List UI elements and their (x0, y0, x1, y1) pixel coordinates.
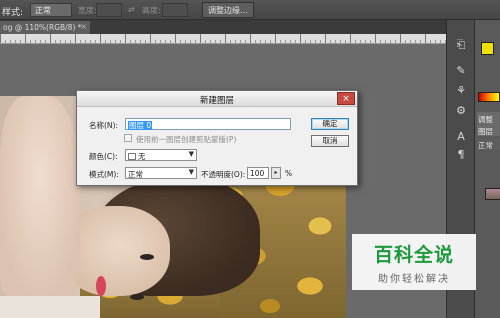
document-tab-bar: og @ 110%(RGB/8) * × (0, 20, 446, 34)
swap-icon[interactable]: ⇄ (128, 5, 135, 14)
mode-value: 正常 (128, 170, 143, 179)
options-bar: 样式: 正常 宽度: ⇄ 高度: 调整边缘... (0, 0, 500, 20)
history-icon[interactable]: ⎗ (454, 38, 468, 52)
eye-shape (130, 294, 144, 300)
gradient-swatch[interactable] (478, 92, 500, 102)
sleeve-shape (0, 296, 100, 318)
foreground-color-swatch[interactable] (481, 42, 494, 55)
mode-label: 模式(M): (89, 170, 119, 179)
color-select[interactable]: 无 ▼ (125, 149, 197, 161)
lips-shape (96, 276, 106, 296)
cancel-button[interactable]: 取消 (311, 135, 349, 147)
height-field[interactable] (162, 3, 188, 17)
color-label: 颜色(C): (89, 152, 118, 161)
clip-mask-label: 使用前一图层创建剪贴蒙版(P) (136, 135, 237, 144)
chevron-down-icon: ▼ (188, 150, 194, 158)
character-icon[interactable]: ⚙ (454, 104, 468, 118)
dialog-titlebar[interactable]: 新建图层 × (77, 91, 357, 107)
layers-panel-tab[interactable]: 图层 (477, 124, 500, 136)
height-label: 高度: (142, 6, 161, 15)
dialog-title: 新建图层 (199, 96, 234, 106)
watermark-slogan: 助你轻松解决 (378, 274, 450, 285)
name-label: 名称(N): (89, 121, 118, 130)
width-label: 宽度: (78, 6, 97, 15)
opacity-input[interactable]: 100 (247, 167, 269, 179)
adjust-panel-tab[interactable]: 调整 (477, 112, 500, 124)
opacity-unit: % (285, 169, 293, 178)
clip-mask-checkbox[interactable] (124, 134, 132, 142)
layer-name-input[interactable]: 图层 0 (125, 118, 291, 130)
document-tab[interactable]: og @ 110%(RGB/8) * × (0, 21, 90, 34)
new-layer-dialog: 新建图层 × 名称(N): 图层 0 使用前一图层创建剪贴蒙版(P) 颜色(C)… (76, 90, 358, 186)
clone-icon[interactable]: ⚘ (454, 84, 468, 98)
hand-shape (0, 96, 80, 296)
opacity-label: 不透明度(O): (201, 170, 246, 179)
width-field[interactable] (96, 3, 122, 17)
layer-thumbnail[interactable] (485, 188, 500, 200)
style-label: 样式: (2, 8, 24, 18)
horizontal-ruler (0, 34, 446, 44)
close-icon[interactable]: × (337, 92, 355, 105)
style-select[interactable]: 正常 (30, 3, 72, 17)
watermark-logo: 百科全说 助你轻松解决 (352, 234, 476, 290)
layer-name-value: 图层 0 (128, 121, 153, 130)
brush-icon[interactable]: ✎ (454, 64, 468, 78)
refine-edge-button[interactable]: 调整边缘... (202, 2, 254, 18)
blend-mode-select[interactable]: 正常 (477, 138, 500, 150)
eye-shape (140, 254, 154, 260)
color-value: 无 (138, 152, 146, 161)
document-tab-title: og @ 110%(RGB/8) * (3, 23, 82, 32)
ok-button[interactable]: 确定 (311, 118, 349, 130)
opacity-stepper-icon[interactable]: ▸ (271, 167, 281, 179)
chevron-down-icon: ▼ (188, 168, 194, 176)
type-icon[interactable]: A (454, 130, 468, 144)
paragraph-icon[interactable]: ¶ (454, 148, 468, 162)
watermark-brand: 百科全说 (373, 244, 454, 266)
swatches-column: 调整 图层 正常 (475, 20, 500, 318)
mode-select[interactable]: 正常 ▼ (125, 167, 197, 179)
close-tab-icon[interactable]: × (80, 22, 87, 31)
color-swatch-icon (128, 153, 136, 160)
